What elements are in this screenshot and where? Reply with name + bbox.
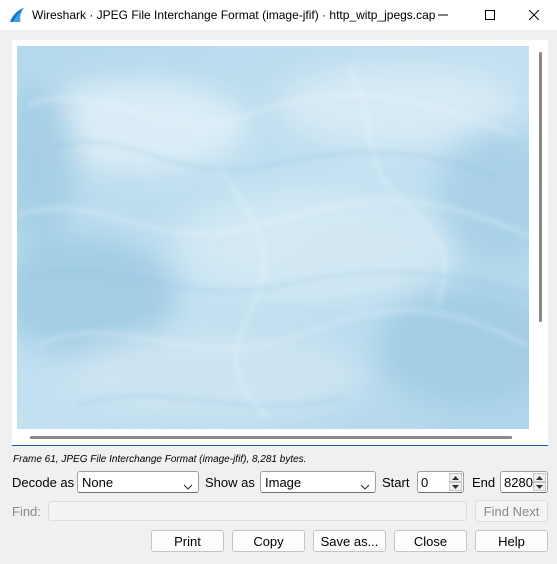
chevron-down-icon <box>536 484 543 489</box>
end-increment-button[interactable] <box>533 473 546 482</box>
maximize-button[interactable] <box>467 0 513 30</box>
find-next-button[interactable]: Find Next <box>475 500 548 522</box>
close-icon <box>529 10 539 20</box>
end-value: 8280 <box>504 475 533 490</box>
print-button[interactable]: Print <box>151 530 224 552</box>
start-increment-button[interactable] <box>449 473 462 482</box>
decode-as-value: None <box>82 475 114 490</box>
start-value: 0 <box>421 475 429 490</box>
start-spinbox[interactable]: 0 <box>417 471 464 493</box>
save-as-button[interactable]: Save as... <box>313 530 386 552</box>
end-decrement-button[interactable] <box>533 482 546 491</box>
show-as-select[interactable]: Image <box>260 471 376 493</box>
help-button[interactable]: Help <box>475 530 548 552</box>
show-as-label: Show as <box>205 475 255 490</box>
close-button[interactable]: Close <box>394 530 467 552</box>
minimize-button[interactable] <box>420 0 466 30</box>
copy-button[interactable]: Copy <box>232 530 305 552</box>
show-as-value: Image <box>265 475 302 490</box>
window-title: Wireshark · JPEG File Interchange Format… <box>32 8 436 22</box>
chevron-down-icon <box>452 484 459 489</box>
image-viewer[interactable] <box>12 40 548 446</box>
find-label: Find: <box>12 504 41 519</box>
chevron-up-icon <box>536 475 543 480</box>
decode-as-select[interactable]: None <box>77 471 199 493</box>
maximize-icon <box>485 10 495 20</box>
minimize-icon <box>438 10 448 20</box>
chevron-up-icon <box>452 475 459 480</box>
horizontal-scrollbar[interactable] <box>30 436 512 439</box>
end-spinbox[interactable]: 8280 <box>500 471 548 493</box>
start-decrement-button[interactable] <box>449 482 462 491</box>
start-label: Start <box>382 475 410 490</box>
chevron-down-icon <box>360 479 370 493</box>
water-texture-image <box>17 46 529 429</box>
close-window-button[interactable] <box>511 0 557 30</box>
decode-as-label: Decode as <box>12 475 75 490</box>
vertical-scrollbar[interactable] <box>539 52 542 322</box>
wireshark-fin-icon <box>8 6 26 24</box>
chevron-down-icon <box>183 479 193 493</box>
title-bar: Wireshark · JPEG File Interchange Format… <box>0 0 557 30</box>
status-text: Frame 61, JPEG File Interchange Format (… <box>13 454 307 465</box>
find-input[interactable] <box>48 501 467 521</box>
end-label: End <box>472 475 496 490</box>
